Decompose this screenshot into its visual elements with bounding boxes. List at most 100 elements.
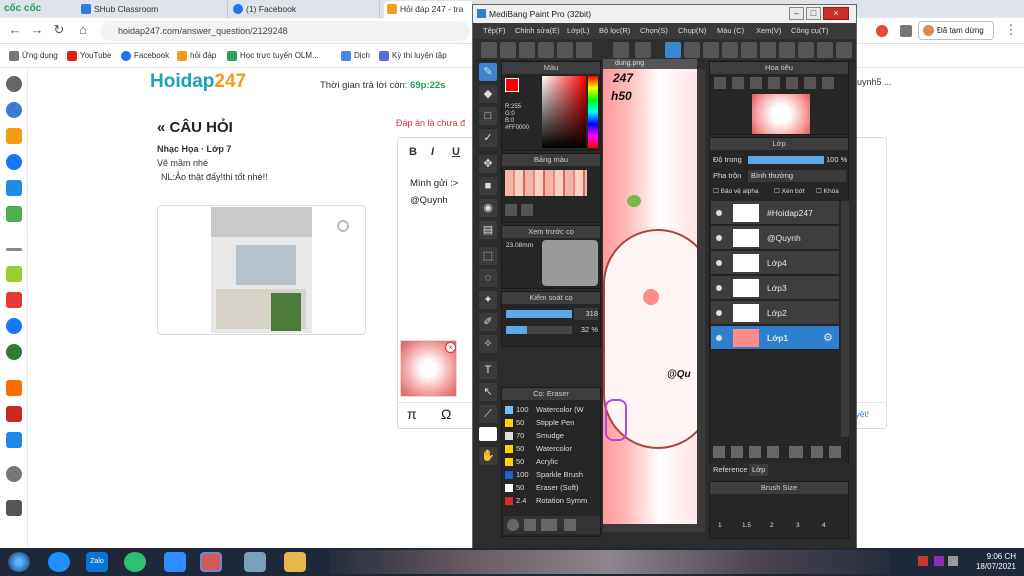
zalo-taskbar-icon[interactable]: Zalo	[86, 552, 108, 572]
blur-tool-icon[interactable]: ✓	[479, 129, 497, 147]
remove-image-icon[interactable]: ×	[445, 342, 456, 353]
minimize-button[interactable]: –	[789, 7, 804, 20]
layer-item[interactable]: Lớp3	[711, 276, 839, 300]
menu-select[interactable]: Chọn(S)	[640, 23, 668, 39]
spotify-icon[interactable]	[6, 344, 22, 360]
tab-reference[interactable]: Reference	[713, 464, 748, 476]
italic-button[interactable]: I	[431, 146, 434, 158]
brush-list-item[interactable]: 50 Acrylic	[504, 456, 596, 468]
bookmark-translate[interactable]: Dịch	[340, 49, 370, 63]
menu-layer[interactable]: Lớp(L)	[567, 23, 589, 39]
crown-icon[interactable]	[6, 128, 22, 144]
menu-filter[interactable]: Bộ lọc(R)	[599, 23, 630, 39]
hue-slider[interactable]	[588, 76, 598, 148]
navigator-preview[interactable]	[752, 94, 810, 134]
youtube-icon[interactable]	[6, 292, 22, 308]
folder-icon[interactable]	[789, 446, 803, 458]
extension-icon[interactable]	[876, 25, 888, 37]
eye-icon[interactable]	[716, 260, 722, 266]
protect-alpha-checkbox[interactable]: ☐ Bảo vệ alpha	[713, 186, 759, 198]
brush-list-item[interactable]: 100 Sparkle Brush	[504, 469, 596, 481]
bookmark-olm[interactable]: Học trực tuyến OLM...	[226, 49, 319, 63]
zoom-out-icon[interactable]	[732, 77, 744, 89]
app-z-icon[interactable]	[6, 266, 22, 282]
antialias-icon[interactable]	[665, 42, 681, 58]
bold-button[interactable]: B	[409, 146, 417, 158]
snap-3d-icon[interactable]	[836, 42, 852, 58]
medibang-window[interactable]: MediBang Paint Pro (32bit) – □ × Tệp(F) …	[472, 4, 857, 551]
bookmark-youtube[interactable]: YouTube	[66, 49, 111, 63]
volume-icon[interactable]	[948, 556, 958, 566]
canvas-horizontal-scrollbar[interactable]	[603, 524, 705, 532]
pi-button[interactable]: π	[407, 406, 417, 422]
snap-curve-icon[interactable]	[817, 42, 833, 58]
redo-icon[interactable]	[635, 42, 651, 58]
blend-mode-select[interactable]: Bình thường	[748, 170, 846, 182]
underline-button[interactable]: U	[452, 146, 460, 158]
menu-file[interactable]: Tệp(F)	[483, 23, 506, 39]
new-layer-icon[interactable]	[713, 446, 725, 458]
select-rect-tool-icon[interactable]: ⬚	[479, 247, 497, 265]
duplicate-layer-icon[interactable]	[811, 446, 823, 458]
layer-item[interactable]: @Quynh	[711, 226, 839, 250]
canvas-vertical-scrollbar[interactable]	[697, 69, 705, 524]
omega-button[interactable]: Ω	[441, 406, 451, 422]
forward-icon[interactable]: →	[30, 23, 44, 37]
text-tool-icon[interactable]: T	[479, 361, 497, 379]
menu-view[interactable]: Xem(V)	[756, 23, 781, 39]
tab-layer[interactable]: Lớp	[749, 464, 769, 476]
delete-layer-icon[interactable]	[829, 446, 841, 458]
url-input[interactable]: hoidap247.com/answer_question/2129248	[100, 21, 470, 41]
paint-icon[interactable]	[244, 552, 266, 572]
file-explorer-icon[interactable]	[284, 552, 306, 572]
brush-export-icon[interactable]	[564, 519, 576, 531]
eraser-tool-icon[interactable]: ◆	[479, 85, 497, 103]
operation-tool-icon[interactable]: ↖	[479, 383, 497, 401]
snap-parallel-icon[interactable]	[741, 42, 757, 58]
lock-checkbox[interactable]: ☐ Khóa	[816, 186, 839, 198]
eye-icon[interactable]	[716, 335, 722, 341]
palette-swatches[interactable]	[505, 170, 587, 196]
close-button[interactable]: ×	[823, 7, 849, 20]
eye-icon[interactable]	[716, 310, 722, 316]
drawing-canvas[interactable]: 247 h50 @Qu	[603, 69, 697, 524]
eye-icon[interactable]	[716, 285, 722, 291]
dot-tool-icon[interactable]: □	[479, 107, 497, 125]
notification-bell-icon[interactable]	[6, 500, 22, 516]
bucket-tool-icon[interactable]: ◉	[479, 199, 497, 217]
menu-edit[interactable]: Chỉnh sửa(E)	[515, 23, 560, 39]
tab-hoidap[interactable]: Hỏi đáp 247 - tra	[384, 1, 474, 18]
palette-delete-icon[interactable]	[521, 204, 533, 216]
move-tool-icon[interactable]: ✥	[479, 155, 497, 173]
layer-item[interactable]: Lớp4	[711, 251, 839, 275]
comic-image[interactable]	[211, 207, 312, 333]
export-icon[interactable]	[557, 42, 573, 58]
brush-size-1[interactable]: 1	[718, 520, 722, 532]
snap-circle-icon[interactable]	[779, 42, 795, 58]
foreground-color-swatch[interactable]	[479, 427, 497, 441]
layer-opacity-slider[interactable]	[748, 156, 824, 164]
layer-item[interactable]: #Hoidap247	[711, 201, 839, 225]
save-icon[interactable]	[538, 42, 554, 58]
select-eraser-tool-icon[interactable]: ✧	[479, 335, 497, 353]
profile-button[interactable]: Đã tạm dừng	[918, 21, 994, 40]
brush-list-item[interactable]: 2.4 Rotation Symm	[504, 495, 596, 507]
menu-color[interactable]: Màu (C)	[717, 23, 744, 39]
eye-icon[interactable]	[716, 235, 722, 241]
new-file-icon[interactable]	[481, 42, 497, 58]
menu-tools[interactable]: Công cụ(T)	[791, 23, 829, 39]
select-pen-tool-icon[interactable]: ✐	[479, 313, 497, 331]
zoom-actual-icon[interactable]	[750, 77, 762, 89]
new-halftone-layer-icon[interactable]	[731, 446, 743, 458]
undo-icon[interactable]	[613, 42, 629, 58]
layer-item[interactable]: Lớp2	[711, 301, 839, 325]
facebook-icon[interactable]	[6, 318, 22, 334]
question-title[interactable]: « CÂU HỎI	[157, 119, 233, 136]
home-icon[interactable]: ⌂	[76, 23, 90, 37]
menu-icon[interactable]: ⋮	[1004, 23, 1018, 37]
hand-tool-icon[interactable]: ✋	[479, 447, 497, 465]
snap-off-icon[interactable]	[722, 42, 738, 58]
sale-icon[interactable]	[6, 432, 22, 448]
main-color-swatch[interactable]	[505, 78, 519, 92]
canvas-tab[interactable]: dung.png	[603, 59, 697, 69]
